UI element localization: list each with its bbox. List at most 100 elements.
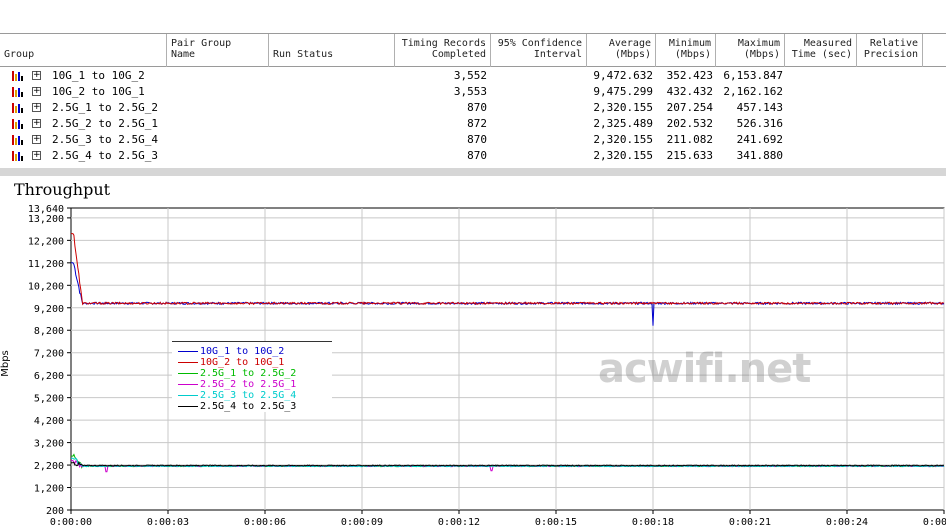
row-minimum: 202.532 (666, 117, 713, 130)
row-group-name: 2.5G_1 to 2.5G_2 (52, 101, 158, 114)
row-group-name: 2.5G_4 to 2.5G_3 (52, 149, 158, 162)
row-maximum: 341.880 (736, 149, 783, 162)
watermark-logo: acwifi.net (598, 346, 811, 392)
row-maximum: 2,162.162 (723, 85, 783, 98)
row-timing-records: 3,553 (453, 85, 487, 98)
expand-icon[interactable]: + (32, 103, 41, 112)
y-tick-label: 13,200 (28, 214, 64, 225)
expand-icon[interactable]: + (32, 119, 41, 128)
header-maximum[interactable]: Maximum (Mbps) (716, 34, 785, 67)
legend-label: 2.5G_1 to 2.5G_2 (200, 368, 297, 379)
y-tick-label: 7,200 (34, 349, 64, 360)
header-timing-records[interactable]: Timing Records Completed (395, 34, 491, 67)
legend-swatch (178, 351, 198, 352)
y-tick-label: 11,200 (28, 259, 64, 270)
x-tick-label: 0:00:09 (341, 517, 383, 528)
row-timing-records: 870 (467, 133, 487, 146)
row-maximum: 457.143 (736, 101, 783, 114)
row-maximum: 6,153.847 (723, 69, 783, 82)
y-tick-label: 3,200 (34, 439, 64, 450)
bar-chart-icon[interactable] (12, 71, 24, 81)
row-average: 2,320.155 (593, 149, 653, 162)
splitter-bar[interactable] (0, 168, 946, 176)
y-tick-label: 10,200 (28, 281, 64, 292)
row-group-name: 2.5G_3 to 2.5G_4 (52, 133, 158, 146)
legend-swatch (178, 373, 198, 374)
chart-legend: 10G_1 to 10G_2 10G_2 to 10G_1 2.5G_1 to 2.… (172, 341, 332, 412)
table-header: Group Pair Group Name Run Status Timing … (0, 33, 946, 67)
bar-chart-icon[interactable] (12, 103, 24, 113)
row-maximum: 526.316 (736, 117, 783, 130)
header-relative-precision[interactable]: Relative Precision (857, 34, 923, 67)
row-timing-records: 872 (467, 117, 487, 130)
x-tick-label: 0:00:15 (535, 517, 577, 528)
y-tick-label: 4,200 (34, 416, 64, 427)
header-measured-time[interactable]: Measured Time (sec) (785, 34, 857, 67)
header-average[interactable]: Average (Mbps) (587, 34, 656, 67)
row-average: 9,475.299 (593, 85, 653, 98)
x-tick-label: 0:00:27 (923, 517, 946, 528)
legend-label: 10G_2 to 10G_1 (200, 357, 285, 368)
header-run-status[interactable]: Run Status (269, 34, 395, 67)
expand-icon[interactable]: + (32, 151, 41, 160)
expand-icon[interactable]: + (32, 87, 41, 96)
bar-chart-icon[interactable] (12, 151, 24, 161)
row-maximum: 241.692 (736, 133, 783, 146)
y-tick-label: 8,200 (34, 326, 64, 337)
y-tick-label: 6,200 (34, 371, 64, 382)
expand-icon[interactable]: + (32, 71, 41, 80)
legend-swatch (178, 362, 198, 363)
y-tick-label: 200 (46, 506, 64, 517)
header-confidence-interval[interactable]: 95% Confidence Interval (491, 34, 587, 67)
row-average: 2,320.155 (593, 101, 653, 114)
legend-swatch (178, 395, 198, 396)
x-tick-label: 0:00:06 (244, 517, 286, 528)
row-average: 2,325.489 (593, 117, 653, 130)
y-tick-label: 1,200 (34, 484, 64, 495)
bar-chart-icon[interactable] (12, 119, 24, 129)
x-tick-label: 0:00:12 (438, 517, 480, 528)
row-average: 9,472.632 (593, 69, 653, 82)
legend-swatch (178, 384, 198, 385)
y-tick-label: 13,640 (28, 204, 64, 215)
expand-icon[interactable]: + (32, 135, 41, 144)
legend-swatch (178, 406, 198, 407)
table-row[interactable]: +2.5G_2 to 2.5G_1 872 2,325.489 202.532 526.… (0, 116, 946, 132)
header-group[interactable]: Group (0, 34, 167, 67)
bar-chart-icon[interactable] (12, 87, 24, 97)
results-table: Group Pair Group Name Run Status Timing … (0, 33, 946, 168)
x-tick-label: 0:00:03 (147, 517, 189, 528)
legend-label: 2.5G_3 to 2.5G_4 (200, 390, 297, 401)
x-tick-label: 0:00:24 (826, 517, 868, 528)
header-pair-group-name[interactable]: Pair Group Name (167, 34, 269, 67)
row-group-name: 2.5G_2 to 2.5G_1 (52, 117, 158, 130)
legend-label: 10G_1 to 10G_2 (200, 346, 285, 357)
y-tick-label: 5,200 (34, 394, 64, 405)
x-tick-label: 0:00:18 (632, 517, 674, 528)
x-tick-label: 0:00:00 (50, 517, 92, 528)
bar-chart-icon[interactable] (12, 135, 24, 145)
table-row[interactable]: +10G_1 to 10G_2 3,552 9,472.632 352.423 6,15… (0, 68, 946, 84)
row-minimum: 215.633 (666, 149, 713, 162)
row-average: 2,320.155 (593, 133, 653, 146)
row-timing-records: 3,552 (453, 69, 487, 82)
top-blank-area (0, 0, 946, 33)
legend-label: 2.5G_2 to 2.5G_1 (200, 379, 297, 390)
table-row[interactable]: +10G_2 to 10G_1 3,553 9,475.299 432.432 2,16… (0, 84, 946, 100)
header-filler (923, 34, 946, 67)
y-tick-label: 12,200 (28, 236, 64, 247)
row-minimum: 211.082 (666, 133, 713, 146)
table-row[interactable]: +2.5G_1 to 2.5G_2 870 2,320.155 207.254 457.… (0, 100, 946, 116)
table-row[interactable]: +2.5G_3 to 2.5G_4 870 2,320.155 211.082 241.… (0, 132, 946, 148)
header-minimum[interactable]: Minimum (Mbps) (656, 34, 716, 67)
row-timing-records: 870 (467, 101, 487, 114)
row-minimum: 352.423 (666, 69, 713, 82)
throughput-chart: Throughput Mbps 200 1,200 2,200 3,200 4,200 5… (0, 176, 946, 532)
x-tick-label: 0:00:21 (729, 517, 771, 528)
y-tick-label: 9,200 (34, 304, 64, 315)
row-group-name: 10G_2 to 10G_1 (52, 85, 145, 98)
row-minimum: 432.432 (666, 85, 713, 98)
row-group-name: 10G_1 to 10G_2 (52, 69, 145, 82)
table-row[interactable]: +2.5G_4 to 2.5G_3 870 2,320.155 215.633 341.… (0, 148, 946, 164)
row-minimum: 207.254 (666, 101, 713, 114)
